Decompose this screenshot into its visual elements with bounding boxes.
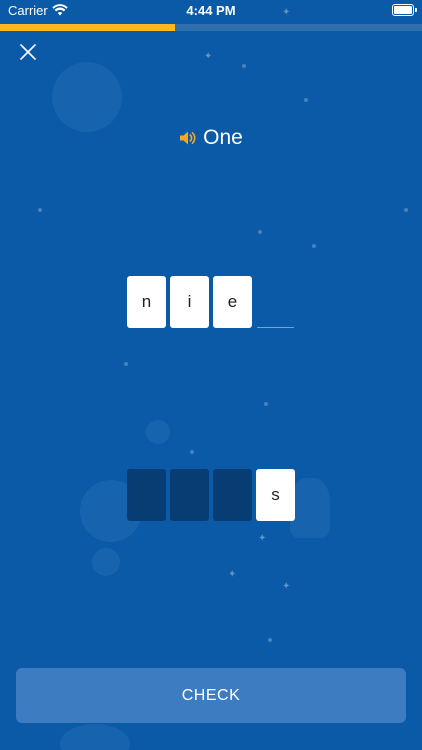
star-dot [242, 64, 246, 68]
star-dot [268, 638, 272, 642]
used-letter-tile [170, 469, 209, 521]
battery-icon [392, 4, 417, 16]
letter-options: s [127, 469, 299, 523]
star-dot [264, 402, 268, 406]
star-shape: ✦ [228, 569, 237, 580]
check-button[interactable]: CHECK [16, 668, 406, 723]
clock-time: 4:44 PM [186, 3, 236, 18]
star-dot [304, 98, 308, 102]
planet-shape [146, 420, 170, 444]
used-letter-tile [127, 469, 166, 521]
answer-tiles: n i e [127, 274, 294, 328]
star-shape: ✦ [258, 533, 267, 544]
word-prompt: One [0, 126, 422, 150]
letter-option-tile[interactable]: s [256, 469, 295, 521]
lesson-progress-bar [0, 24, 422, 31]
star-shape: ✦ [204, 51, 213, 62]
star-dot [124, 362, 128, 366]
star-dot [258, 230, 262, 234]
planet-shape [52, 62, 122, 132]
used-letter-tile [213, 469, 252, 521]
answer-tile[interactable]: e [213, 276, 252, 328]
answer-tile[interactable]: i [170, 276, 209, 328]
empty-answer-slot [257, 275, 294, 328]
star-dot [190, 450, 194, 454]
background-decoration: ✦ ✦ ✦ ✦ ✦ ✦ [0, 0, 422, 750]
star-dot [312, 244, 316, 248]
star-dot [38, 208, 42, 212]
planet-shape [60, 724, 130, 750]
spelling-exercise-screen: ✦ ✦ ✦ ✦ ✦ ✦ Carrier 4:44 PM [0, 0, 422, 750]
star-shape: ✦ [282, 581, 291, 592]
speaker-icon[interactable] [179, 129, 197, 147]
prompt-word: One [203, 126, 243, 149]
lesson-progress-fill [0, 24, 176, 31]
close-button[interactable] [14, 38, 42, 66]
planet-shape [92, 548, 120, 576]
status-bar: Carrier 4:44 PM [0, 0, 422, 22]
close-icon [20, 44, 36, 60]
answer-tile[interactable]: n [127, 276, 166, 328]
star-dot [404, 208, 408, 212]
